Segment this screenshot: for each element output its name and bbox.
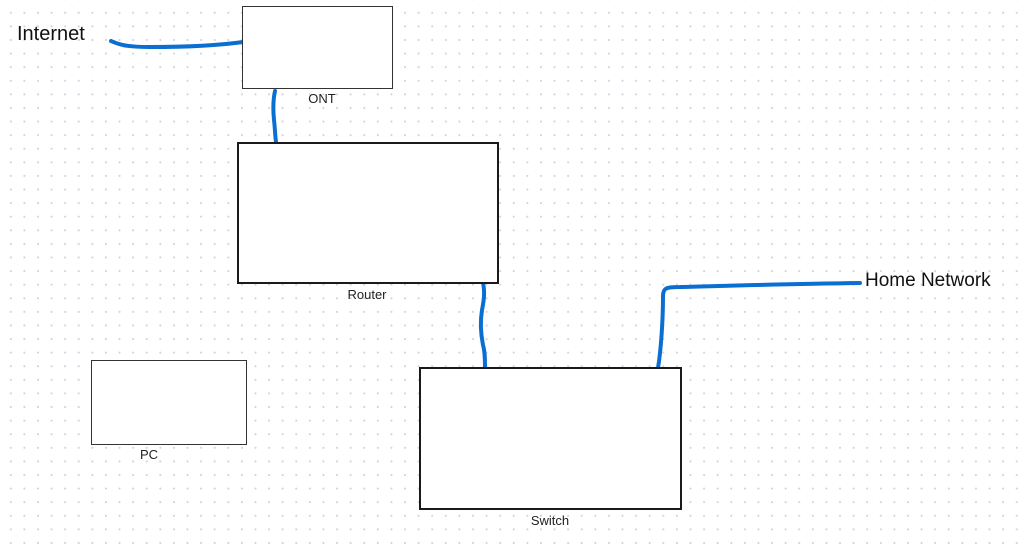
internet-label: Internet [17,23,85,45]
edge-router-switch [478,281,487,370]
switch-label: Switch [530,513,570,528]
router-box[interactable] [237,142,499,284]
ont-label: ONT [308,91,336,106]
home-network-label: Home Network [865,270,991,291]
edge-ont-router [271,89,278,144]
switch-box[interactable] [419,367,682,510]
pc-box[interactable] [91,360,247,445]
edge-switch-home-network [656,281,862,370]
router-label: Router [347,287,387,302]
pc-label: PC [139,447,159,462]
ont-box[interactable] [242,6,393,89]
edge-internet-ont [109,39,245,49]
